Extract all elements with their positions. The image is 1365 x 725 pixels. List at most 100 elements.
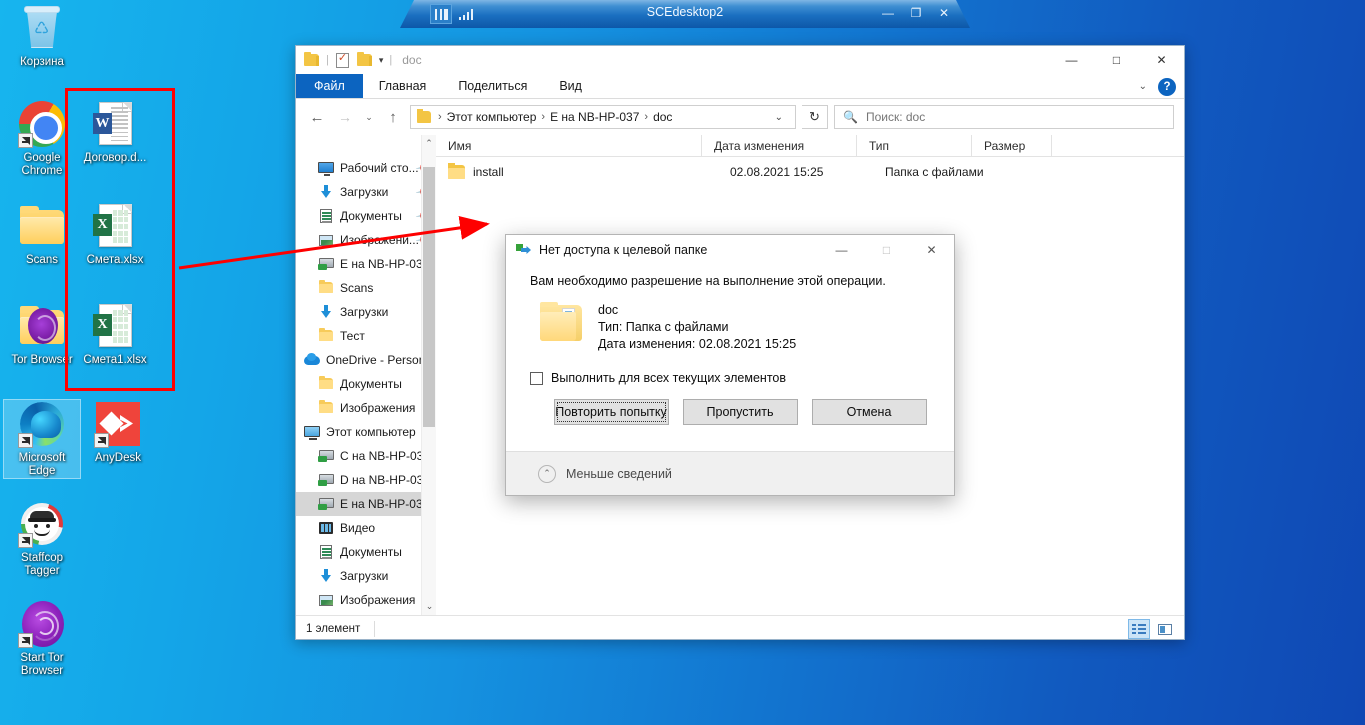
sce-close-button[interactable]: ✕ xyxy=(934,4,954,22)
nav-item-1[interactable]: Загрузки📌 xyxy=(296,180,436,204)
nav-item-5[interactable]: Scans xyxy=(296,276,436,300)
nav-item-18[interactable]: Изображения xyxy=(296,588,436,612)
large-icons-view-button[interactable] xyxy=(1154,619,1176,639)
nav-item-label: OneDrive - Person xyxy=(326,353,425,367)
address-breadcrumb-field[interactable]: › Этот компьютер › E на NB-HP-037 › doc … xyxy=(410,105,796,129)
scrollbar-thumb[interactable] xyxy=(423,167,435,427)
desktop-icon-anydesk[interactable]: AnyDesk xyxy=(80,400,156,465)
recent-locations-icon[interactable]: ⌄ xyxy=(362,112,376,123)
desktop-icon-google-chrome[interactable]: Google Chrome xyxy=(4,100,80,178)
column-header-date[interactable]: Дата изменения xyxy=(701,135,856,157)
quick-access-folder-icon[interactable] xyxy=(304,53,320,67)
desktop-icon-microsoft-edge[interactable]: Microsoft Edge xyxy=(4,400,80,478)
downloads-icon xyxy=(318,304,334,320)
chevron-up-icon[interactable]: ⌃ xyxy=(538,465,556,483)
column-header-type[interactable]: Тип xyxy=(856,135,971,157)
scroll-up-icon[interactable]: ⌃ xyxy=(422,135,436,152)
cancel-button[interactable]: Отмена xyxy=(812,399,927,425)
documents-icon xyxy=(318,208,334,224)
nav-item-10[interactable]: Изображения xyxy=(296,396,436,420)
desktop-icon-recycle-bin[interactable]: ♺ Корзина xyxy=(4,4,80,69)
file-name: doc xyxy=(598,302,796,319)
nav-item-0[interactable]: Рабочий сто...📌 xyxy=(296,156,436,180)
details-view-button[interactable] xyxy=(1128,619,1150,639)
column-header-name[interactable]: Имя xyxy=(436,135,701,157)
nav-item-label: Тест xyxy=(340,329,365,343)
shortcut-overlay-icon xyxy=(94,433,109,448)
desktop-icon xyxy=(318,160,334,176)
folder-icon xyxy=(18,202,66,250)
desktop-icon-label: Tor Browser xyxy=(4,354,80,367)
nav-item-4[interactable]: E на NB-HP-037 xyxy=(296,252,436,276)
breadcrumb-this-pc[interactable]: Этот компьютер xyxy=(447,110,537,124)
desktop-icon-smeta-xlsx[interactable]: X Смета.xlsx xyxy=(77,202,153,267)
help-icon[interactable]: ? xyxy=(1158,78,1176,96)
explorer-status-bar: 1 элемент xyxy=(296,615,1184,642)
nav-item-12[interactable]: C на NB-HP-037 xyxy=(296,444,436,468)
tab-share[interactable]: Поделиться xyxy=(442,74,543,98)
chevron-down-icon[interactable]: ⌄ xyxy=(767,112,791,123)
skip-button[interactable]: Пропустить xyxy=(683,399,798,425)
staffcop-icon xyxy=(18,500,66,548)
less-details-label[interactable]: Меньше сведений xyxy=(566,467,672,481)
desktop-icon-scans[interactable]: Scans xyxy=(4,202,80,267)
desktop-icon-dogovor-doc[interactable]: W Договор.d... xyxy=(77,100,153,165)
back-button[interactable]: ← xyxy=(306,109,328,126)
tab-home[interactable]: Главная xyxy=(363,74,443,98)
chrome-icon xyxy=(18,100,66,148)
nav-item-15[interactable]: Видео xyxy=(296,516,436,540)
explorer-window-title: doc xyxy=(402,53,421,67)
explorer-title-bar[interactable]: | ▾ | doc — □ ✕ xyxy=(296,46,1184,74)
nav-item-6[interactable]: Загрузки xyxy=(296,300,436,324)
table-row[interactable]: install02.08.2021 15:25Папка с файлами xyxy=(436,157,1184,187)
nav-item-label: C на NB-HP-037 xyxy=(340,449,430,463)
breadcrumb-drive-e[interactable]: E на NB-HP-037 xyxy=(550,110,639,124)
sce-minimize-button[interactable]: — xyxy=(878,4,898,22)
nav-pane-scrollbar[interactable]: ⌃ ⌄ xyxy=(421,135,436,615)
dialog-close-button[interactable]: ✕ xyxy=(909,235,954,264)
sce-toolbar[interactable]: SCEdesktop2 — ❐ ✕ xyxy=(400,0,970,28)
nav-item-11[interactable]: Этот компьютер xyxy=(296,420,436,444)
explorer-close-button[interactable]: ✕ xyxy=(1139,46,1184,74)
dialog-title-bar[interactable]: Нет доступа к целевой папке — □ ✕ xyxy=(506,235,954,264)
up-button[interactable]: ↑ xyxy=(382,109,404,126)
forward-button: → xyxy=(334,109,356,125)
nav-item-3[interactable]: Изображени...📌 xyxy=(296,228,436,252)
refresh-button[interactable]: ↻ xyxy=(802,105,828,129)
desktop-icon-start-tor-browser[interactable]: Start Tor Browser xyxy=(4,600,80,678)
column-header-size[interactable]: Размер xyxy=(971,135,1051,157)
dialog-footer[interactable]: ⌃ Меньше сведений xyxy=(506,451,954,495)
sce-restore-button[interactable]: ❐ xyxy=(906,4,926,22)
explorer-address-bar: ← → ⌄ ↑ › Этот компьютер › E на NB-HP-03… xyxy=(296,99,1184,135)
nav-item-14[interactable]: E на NB-HP-037 xyxy=(296,492,436,516)
tab-file[interactable]: Файл xyxy=(296,74,363,98)
desktop-icon-smeta1-xlsx[interactable]: X Смета1.xlsx xyxy=(77,302,153,367)
breadcrumb-doc[interactable]: doc xyxy=(653,110,672,124)
explorer-maximize-button[interactable]: □ xyxy=(1094,46,1139,74)
scroll-down-icon[interactable]: ⌄ xyxy=(422,598,436,615)
nav-item-2[interactable]: Документы📌 xyxy=(296,204,436,228)
breadcrumb-folder-icon xyxy=(417,111,431,123)
desktop-icon-tor-browser[interactable]: Tor Browser xyxy=(4,302,80,367)
chevron-down-icon[interactable]: ▾ xyxy=(379,55,384,66)
apply-to-all-checkbox-row[interactable]: Выполнить для всех текущих элементов xyxy=(530,371,930,385)
nav-item-16[interactable]: Документы xyxy=(296,540,436,564)
properties-icon[interactable] xyxy=(335,53,351,67)
desktop-icon-staffcop-tagger[interactable]: Staffcop Tagger xyxy=(4,500,80,578)
file-type: Тип: Папка с файлами xyxy=(598,319,796,336)
search-input[interactable]: 🔍 Поиск: doc xyxy=(834,105,1174,129)
nav-item-7[interactable]: Тест xyxy=(296,324,436,348)
desktop-icon-label: Microsoft Edge xyxy=(4,452,80,478)
nav-item-8[interactable]: OneDrive - Person xyxy=(296,348,436,372)
dialog-minimize-button[interactable]: — xyxy=(819,235,864,264)
tab-view[interactable]: Вид xyxy=(543,74,598,98)
nav-item-13[interactable]: D на NB-HP-037 xyxy=(296,468,436,492)
nav-item-17[interactable]: Загрузки xyxy=(296,564,436,588)
new-folder-icon[interactable] xyxy=(357,53,373,67)
ribbon-collapse-icon[interactable]: ⌄ xyxy=(1134,81,1152,92)
network-drive-icon xyxy=(318,472,334,488)
explorer-minimize-button[interactable]: — xyxy=(1049,46,1094,74)
nav-item-9[interactable]: Документы xyxy=(296,372,436,396)
apply-to-all-checkbox[interactable] xyxy=(530,372,543,385)
retry-button[interactable]: Повторить попытку xyxy=(554,399,669,425)
